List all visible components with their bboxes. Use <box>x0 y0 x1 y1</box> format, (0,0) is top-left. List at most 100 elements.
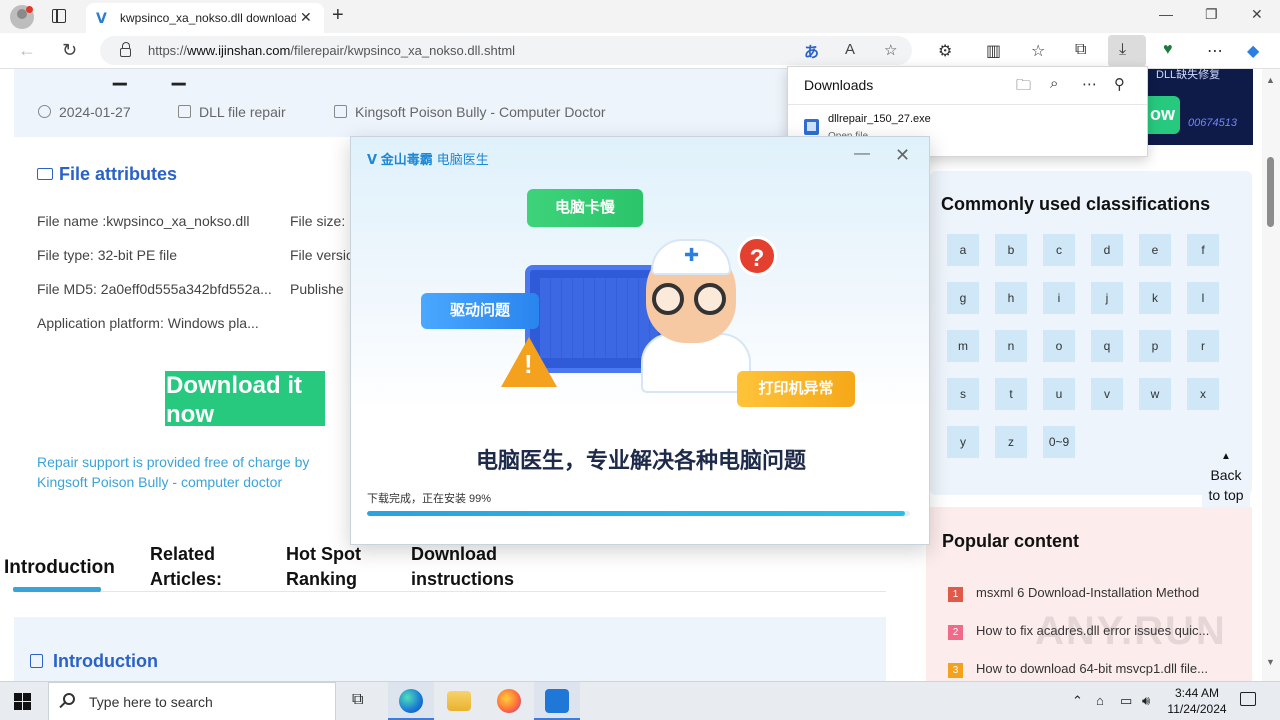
tab-close-icon[interactable]: ✕ <box>300 9 312 26</box>
letter-filter-k[interactable]: k <box>1139 282 1171 314</box>
browser-essentials-icon[interactable]: ♥ <box>1163 41 1173 59</box>
minimize-window-icon[interactable]: — <box>1159 6 1173 22</box>
pin-icon[interactable]: ⚲ <box>1114 75 1125 93</box>
installer-close-icon[interactable]: ✕ <box>895 145 910 166</box>
letter-filter-c[interactable]: c <box>1043 234 1075 266</box>
letter-filter-y[interactable]: y <box>947 426 979 458</box>
subnav-divider <box>14 591 886 592</box>
address-bar[interactable]: https://www.ijinshan.com/filerepair/kwps… <box>100 36 912 65</box>
tab-download-instructions[interactable]: Download instructions <box>411 542 531 592</box>
taskbar-search[interactable]: Type here to search <box>48 682 336 720</box>
letter-filter-0~9[interactable]: 0~9 <box>1043 426 1075 458</box>
url-text[interactable]: https://www.ijinshan.com/filerepair/kwps… <box>148 43 515 58</box>
letter-filter-o[interactable]: o <box>1043 330 1075 362</box>
letter-filter-d[interactable]: d <box>1091 234 1123 266</box>
page-title-fragment: ▔ ▁ ▁ <box>54 69 206 85</box>
letter-filter-u[interactable]: u <box>1043 378 1075 410</box>
letter-filter-q[interactable]: q <box>1091 330 1123 362</box>
open-folder-icon[interactable]: 🗀 <box>1016 75 1031 100</box>
notifications-icon[interactable] <box>1240 692 1256 706</box>
meta-category[interactable]: DLL file repair <box>178 104 286 120</box>
attr-platform: Application platform: Windows pla... <box>37 315 259 331</box>
letter-filter-v[interactable]: v <box>1091 378 1123 410</box>
installer-minimize-icon[interactable]: — <box>854 145 870 163</box>
dll-repair-banner[interactable]: DLL缺失修复 ow 00674513 <box>1148 69 1253 145</box>
tab-actions-icon[interactable] <box>52 9 66 23</box>
document-icon <box>334 105 347 118</box>
tab-related-articles[interactable]: Related Articles: <box>150 542 250 592</box>
letter-filter-j[interactable]: j <box>1091 282 1123 314</box>
taskbar-installer[interactable] <box>534 682 580 720</box>
lock-icon[interactable] <box>120 42 131 57</box>
tab-active[interactable]: ᐯ kwpsinco_xa_nokso.dll download ✕ <box>86 3 324 33</box>
download-icon[interactable]: ⤓ <box>1119 41 1126 59</box>
scroll-thumb[interactable] <box>1267 157 1274 227</box>
translate-icon[interactable]: あ <box>804 41 819 62</box>
letter-filter-l[interactable]: l <box>1187 282 1219 314</box>
split-screen-icon[interactable]: ▥ <box>986 41 1001 61</box>
watermark-logo: ANY.RUN <box>1035 609 1227 653</box>
extensions-icon[interactable]: ⚙ <box>938 41 952 61</box>
letter-filter-e[interactable]: e <box>1139 234 1171 266</box>
tag-slow-computer: 电脑卡慢 <box>527 189 643 227</box>
repair-support-link[interactable]: Repair support is provided free of charg… <box>37 452 357 492</box>
letter-filter-f[interactable]: f <box>1187 234 1219 266</box>
task-view-button[interactable]: ⧉ <box>338 682 384 720</box>
scroll-up-icon[interactable]: ▲ <box>1266 75 1275 85</box>
letter-filter-g[interactable]: g <box>947 282 979 314</box>
attr-publisher: Publishe <box>290 281 344 297</box>
download-now-button[interactable]: Download it now <box>165 371 325 428</box>
system-clock[interactable]: 3:44 AM 11/24/2024 <box>1160 685 1234 717</box>
banner-text: DLL缺失修复 <box>1156 69 1221 81</box>
scroll-down-icon[interactable]: ▼ <box>1266 657 1275 667</box>
letter-filter-m[interactable]: m <box>947 330 979 362</box>
letter-filter-p[interactable]: p <box>1139 330 1171 362</box>
back-icon[interactable]: ← <box>18 40 36 61</box>
letter-filter-s[interactable]: s <box>947 378 979 410</box>
settings-more-icon[interactable]: ⋯ <box>1207 41 1223 61</box>
arrow-up-icon: ▲ <box>1221 451 1231 462</box>
rank-badge: 1 <box>948 587 963 602</box>
taskbar-file-explorer[interactable] <box>436 682 482 720</box>
download-file-name[interactable]: dllrepair_150_27.exe <box>828 113 931 125</box>
refresh-icon[interactable]: ↻ <box>62 40 77 61</box>
tab-introduction[interactable]: Introduction <box>4 555 115 580</box>
letter-filter-b[interactable]: b <box>995 234 1027 266</box>
taskbar-edge[interactable] <box>388 682 434 720</box>
document-icon <box>30 654 43 668</box>
volume-icon[interactable]: 🔊︎ <box>1142 693 1150 709</box>
favorites-icon[interactable]: ☆ <box>1031 41 1045 61</box>
attr-file-size: File size: <box>290 213 346 229</box>
tag-printer-error: 打印机异常 <box>737 371 855 407</box>
display-icon[interactable]: ▭ <box>1120 693 1132 709</box>
letter-filter-w[interactable]: w <box>1139 378 1171 410</box>
restore-window-icon[interactable]: ❐ <box>1205 6 1218 23</box>
search-icon[interactable]: ⌕ <box>1050 75 1058 92</box>
tab-hot-spot-ranking[interactable]: Hot Spot Ranking <box>286 542 386 592</box>
clock-time: 3:44 AM <box>1174 686 1220 700</box>
popular-item[interactable]: 1 msxml 6 Download-Installation Method <box>948 585 1199 602</box>
letter-filter-i[interactable]: i <box>1043 282 1075 314</box>
letter-filter-t[interactable]: t <box>995 378 1027 410</box>
copilot-icon[interactable]: ◆ <box>1247 41 1259 61</box>
letter-filter-x[interactable]: x <box>1187 378 1219 410</box>
more-options-icon[interactable]: ⋯ <box>1082 75 1097 93</box>
windows-start-icon[interactable] <box>14 693 31 710</box>
read-aloud-icon[interactable]: A <box>845 41 855 58</box>
new-tab-icon[interactable]: + <box>332 4 344 27</box>
favorite-star-icon[interactable]: ☆ <box>884 41 897 59</box>
letter-filter-a[interactable]: a <box>947 234 979 266</box>
letter-filter-n[interactable]: n <box>995 330 1027 362</box>
network-icon[interactable]: ⌂ <box>1096 693 1104 708</box>
letter-filter-h[interactable]: h <box>995 282 1027 314</box>
letter-filter-z[interactable]: z <box>995 426 1027 458</box>
collections-icon[interactable]: ⧉ <box>1075 41 1086 59</box>
letter-filter-r[interactable]: r <box>1187 330 1219 362</box>
taskbar-firefox[interactable] <box>486 682 532 720</box>
downloads-button[interactable] <box>1108 35 1146 67</box>
tray-chevron-icon[interactable]: ⌃ <box>1072 693 1083 709</box>
close-window-icon[interactable]: ✕ <box>1251 6 1263 23</box>
popular-item[interactable]: 3 How to download 64-bit msvcp1.dll file.… <box>948 661 1208 678</box>
banner-button[interactable]: ow <box>1148 96 1180 134</box>
page-scrollbar[interactable]: ▲ ▼ <box>1262 69 1280 681</box>
